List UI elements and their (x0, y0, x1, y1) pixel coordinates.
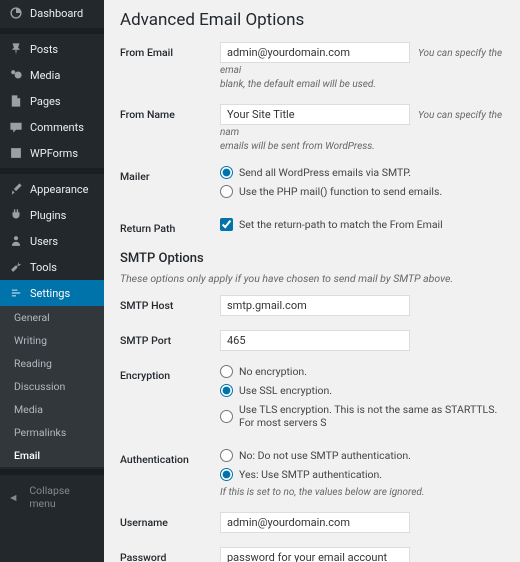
password-input[interactable] (220, 547, 410, 562)
return-path-option[interactable]: Set the return-path to match the From Em… (220, 218, 504, 231)
sidebar-item-media[interactable]: Media (0, 62, 104, 88)
settings-icon (8, 286, 24, 300)
return-path-label: Return Path (120, 218, 220, 235)
tool-icon (8, 260, 24, 274)
form-icon (8, 146, 24, 160)
sidebar-item-tools[interactable]: Tools (0, 254, 104, 280)
from-name-hint: emails will be sent from WordPress. (220, 141, 504, 152)
sidebar-item-pages[interactable]: Pages (0, 88, 104, 114)
encryption-tls-radio[interactable] (220, 410, 233, 423)
sidebar-label: Dashboard (30, 7, 83, 20)
sidebar-label: Posts (30, 43, 58, 56)
dashboard-icon (8, 6, 24, 20)
sidebar-label: Tools (30, 261, 57, 274)
sidebar-label: Comments (30, 121, 84, 134)
submenu-reading[interactable]: Reading (0, 352, 104, 375)
sidebar-item-wpforms[interactable]: WPForms (0, 140, 104, 166)
from-email-hint: blank, the default email will be used. (220, 79, 504, 90)
settings-submenu: General Writing Reading Discussion Media… (0, 306, 104, 467)
mailer-smtp-radio[interactable] (220, 166, 233, 179)
sidebar-item-appearance[interactable]: Appearance (0, 176, 104, 202)
page-icon (8, 94, 24, 108)
collapse-menu[interactable]: ◄Collapse menu (0, 477, 104, 517)
from-email-input[interactable] (220, 42, 410, 63)
brush-icon (8, 182, 24, 196)
return-path-checkbox[interactable] (220, 218, 233, 231)
encryption-none-radio[interactable] (220, 365, 233, 378)
sidebar-label: Plugins (30, 209, 66, 222)
mailer-smtp-option[interactable]: Send all WordPress emails via SMTP. (220, 166, 504, 179)
sidebar-item-plugins[interactable]: Plugins (0, 202, 104, 228)
password-label: Password (120, 547, 220, 562)
sidebar-label: Users (30, 235, 58, 248)
from-name-input[interactable] (220, 104, 410, 125)
auth-hint: If this is set to no, the values below a… (220, 487, 504, 498)
sidebar-label: Pages (30, 95, 61, 108)
main-content: Advanced Email Options From Email You ca… (104, 0, 520, 562)
submenu-permalinks[interactable]: Permalinks (0, 421, 104, 444)
mailer-php-option[interactable]: Use the PHP mail() function to send emai… (220, 185, 504, 198)
from-name-label: From Name (120, 104, 220, 121)
from-email-label: From Email (120, 42, 220, 59)
smtp-port-input[interactable] (220, 330, 410, 351)
auth-label: Authentication (120, 449, 220, 466)
auth-no-radio[interactable] (220, 449, 233, 462)
submenu-discussion[interactable]: Discussion (0, 375, 104, 398)
auth-no-option[interactable]: No: Do not use SMTP authentication. (220, 449, 504, 462)
encryption-ssl-option[interactable]: Use SSL encryption. (220, 384, 504, 397)
sidebar-item-users[interactable]: Users (0, 228, 104, 254)
mailer-php-radio[interactable] (220, 185, 233, 198)
submenu-email[interactable]: Email (0, 444, 104, 467)
submenu-general[interactable]: General (0, 306, 104, 329)
smtp-desc: These options only apply if you have cho… (120, 272, 504, 285)
mailer-label: Mailer (120, 166, 220, 183)
smtp-port-label: SMTP Port (120, 330, 220, 347)
smtp-host-input[interactable] (220, 295, 410, 316)
sidebar-item-comments[interactable]: Comments (0, 114, 104, 140)
submenu-media[interactable]: Media (0, 398, 104, 421)
submenu-writing[interactable]: Writing (0, 329, 104, 352)
comment-icon (8, 120, 24, 134)
sidebar-label: WPForms (30, 147, 78, 160)
username-input[interactable] (220, 512, 410, 533)
auth-yes-radio[interactable] (220, 468, 233, 481)
auth-yes-option[interactable]: Yes: Use SMTP authentication. (220, 468, 504, 481)
page-title: Advanced Email Options (120, 10, 504, 30)
encryption-tls-option[interactable]: Use TLS encryption. This is not the same… (220, 403, 504, 429)
username-label: Username (120, 512, 220, 529)
sidebar-label: Settings (30, 287, 70, 300)
sidebar-label: Media (30, 69, 60, 82)
sidebar-item-posts[interactable]: Posts (0, 36, 104, 62)
smtp-host-label: SMTP Host (120, 295, 220, 312)
plug-icon (8, 208, 24, 222)
sidebar-label: Appearance (30, 183, 89, 196)
collapse-icon: ◄ (8, 491, 23, 504)
user-icon (8, 234, 24, 248)
admin-sidebar: Dashboard Posts Media Pages Comments WPF… (0, 0, 104, 562)
encryption-label: Encryption (120, 365, 220, 382)
encryption-none-option[interactable]: No encryption. (220, 365, 504, 378)
smtp-options-title: SMTP Options (120, 251, 504, 266)
pin-icon (8, 42, 24, 56)
media-icon (8, 68, 24, 82)
sidebar-item-settings[interactable]: Settings (0, 280, 104, 306)
sidebar-item-dashboard[interactable]: Dashboard (0, 0, 104, 26)
encryption-ssl-radio[interactable] (220, 384, 233, 397)
